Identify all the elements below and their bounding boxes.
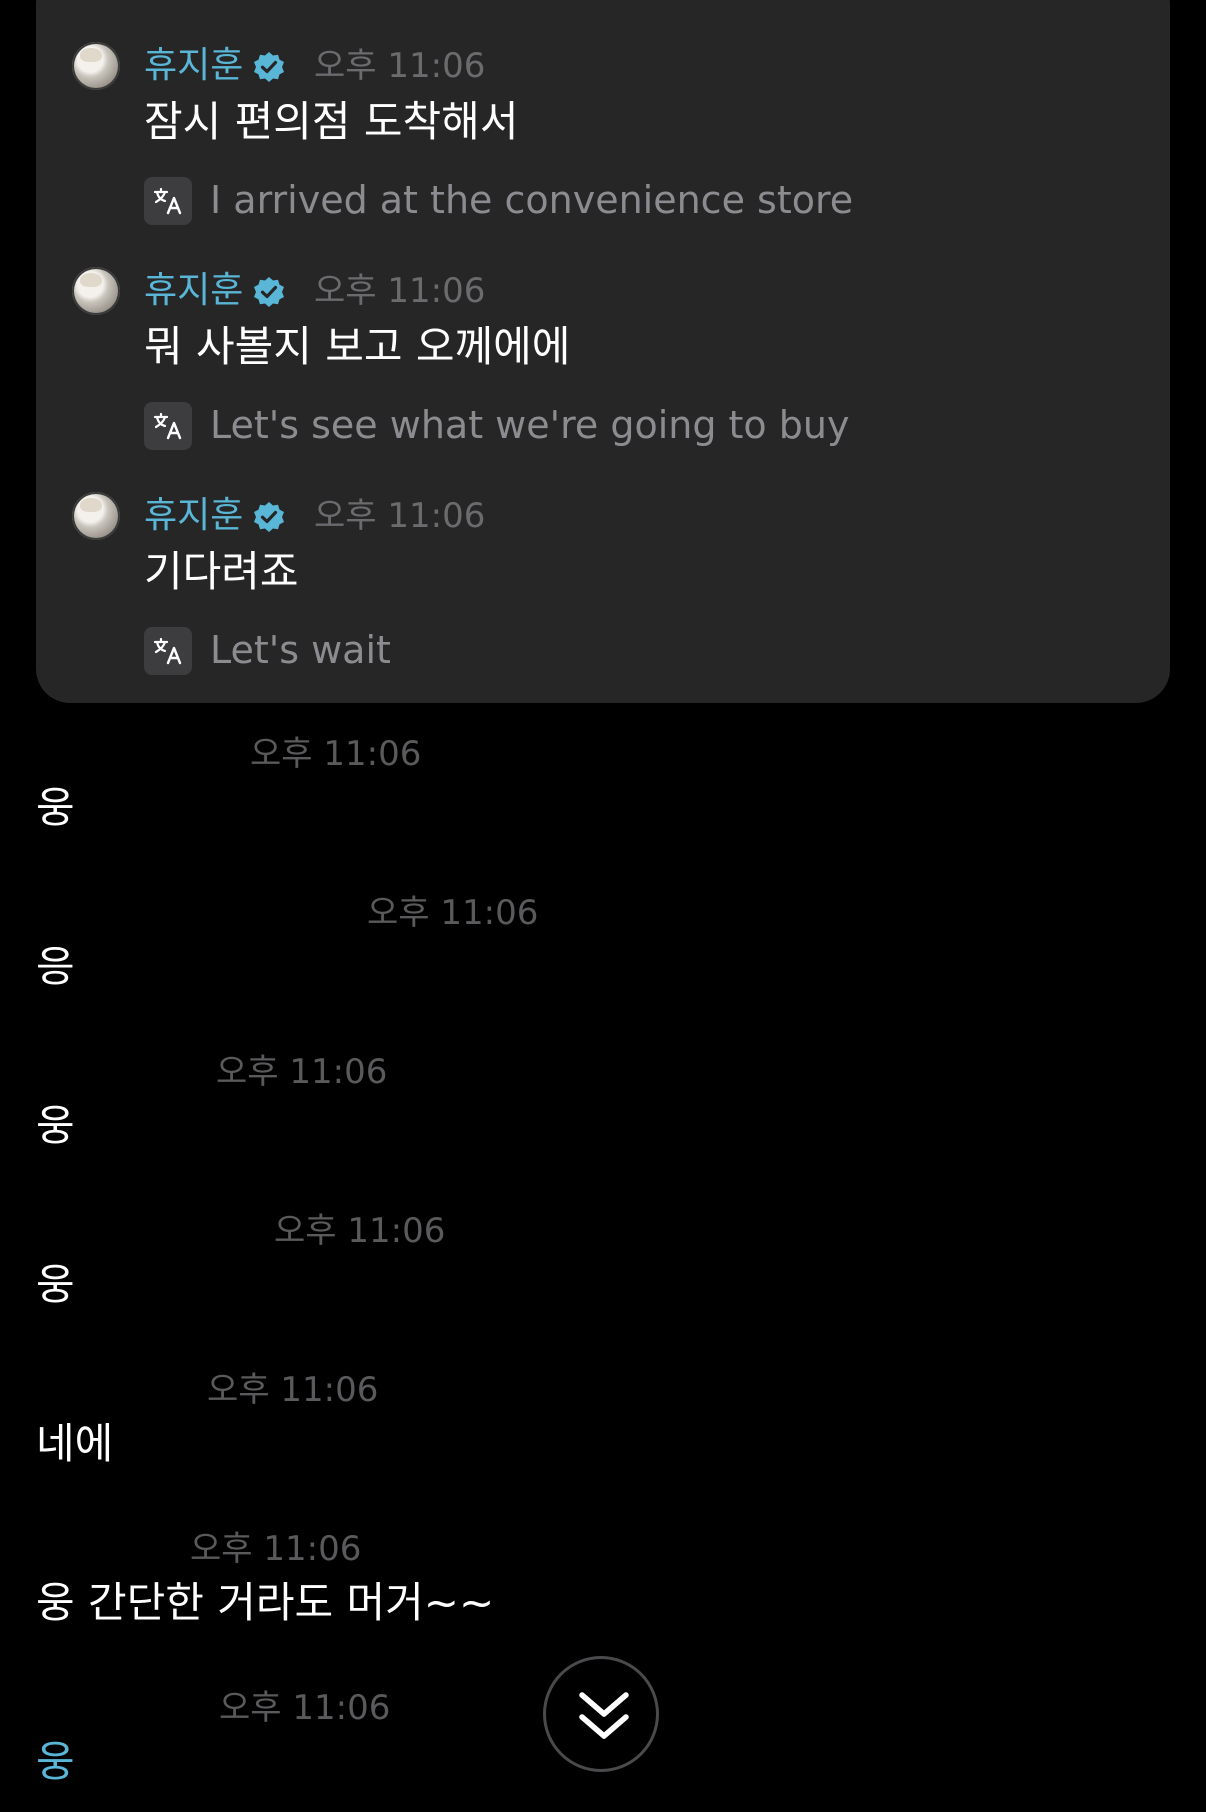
message-text: 웅 xyxy=(36,783,75,832)
fan-message[interactable]: 오후 11:06 웅 xyxy=(0,1050,1206,1170)
artist-avatar[interactable] xyxy=(72,492,120,540)
message-timestamp: 오후 11:06 xyxy=(250,734,422,774)
message-text: 웅 간단한 거라도 머거~~ xyxy=(36,1578,495,1627)
message-text: 뭐 사볼지 보고 오께에에 xyxy=(144,322,571,371)
message-timestamp: 오후 11:06 xyxy=(314,496,486,536)
sender-name[interactable]: 휴지훈 xyxy=(144,42,243,90)
message-text: 네에 xyxy=(36,1419,114,1468)
message-text: 웅 xyxy=(36,1101,75,1150)
artist-avatar[interactable] xyxy=(72,42,120,90)
artist-message[interactable]: 휴지훈 오후 11:06 기다려죠 Let's wait xyxy=(36,492,1170,692)
chat-screen: 휴지훈 오후 11:06 잠시 편의점 도착해서 I arrived at th… xyxy=(0,0,1206,1812)
scroll-to-bottom-button[interactable] xyxy=(543,1656,659,1772)
verified-badge-icon xyxy=(254,277,284,307)
fan-message[interactable]: 오후 11:06 웅 간단한 거라도 머거~~ xyxy=(0,1527,1206,1647)
message-text: 잠시 편의점 도착해서 xyxy=(144,97,519,146)
translation-text: Let's see what we're going to buy xyxy=(210,403,850,447)
verified-badge-icon xyxy=(254,502,284,532)
translation-text: Let's wait xyxy=(210,628,391,672)
translate-icon xyxy=(144,177,192,225)
translate-icon xyxy=(144,402,192,450)
message-timestamp: 오후 11:06 xyxy=(207,1370,379,1410)
verified-badge-icon xyxy=(254,52,284,82)
message-timestamp: 오후 11:06 xyxy=(190,1529,362,1569)
translation-text: I arrived at the convenience store xyxy=(210,178,854,222)
fan-message[interactable]: 오후 11:06 네에 xyxy=(0,1368,1206,1488)
double-chevron-down-icon xyxy=(579,1692,629,1739)
message-timestamp: 오후 11:06 xyxy=(274,1211,446,1251)
message-timestamp: 오후 11:06 xyxy=(314,271,486,311)
sender-name[interactable]: 휴지훈 xyxy=(144,492,243,540)
message-timestamp: 오후 11:06 xyxy=(219,1688,391,1728)
fan-message[interactable]: 오후 11:06 웅 xyxy=(0,1209,1206,1329)
message-timestamp: 오후 11:06 xyxy=(216,1052,388,1092)
message-text: 기다려죠 xyxy=(144,547,299,596)
sender-name[interactable]: 휴지훈 xyxy=(144,267,243,315)
translate-icon xyxy=(144,627,192,675)
artist-message-panel: 휴지훈 오후 11:06 잠시 편의점 도착해서 I arrived at th… xyxy=(36,0,1170,703)
message-timestamp: 오후 11:06 xyxy=(314,46,486,86)
artist-message[interactable]: 휴지훈 오후 11:06 뭐 사볼지 보고 오께에에 Let's see wha… xyxy=(36,267,1170,467)
message-text: 응 xyxy=(36,942,75,991)
artist-avatar[interactable] xyxy=(72,267,120,315)
fan-message[interactable]: 오후 11:06 응 xyxy=(0,891,1206,1011)
artist-message[interactable]: 휴지훈 오후 11:06 잠시 편의점 도착해서 I arrived at th… xyxy=(36,42,1170,242)
message-timestamp: 오후 11:06 xyxy=(367,893,539,933)
fan-message[interactable]: 오후 11:06 웅 xyxy=(0,732,1206,852)
message-text: 웅 xyxy=(36,1260,75,1309)
message-text: 웅 xyxy=(36,1737,75,1786)
